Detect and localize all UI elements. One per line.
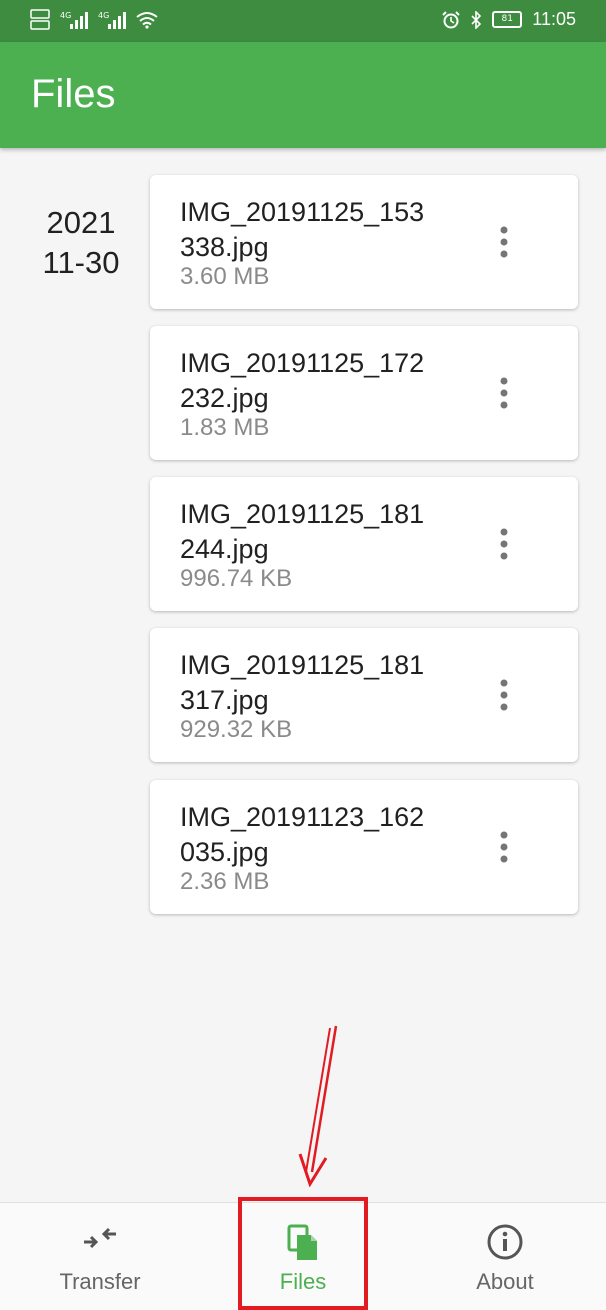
file-name: IMG_20191125_181244.jpg — [180, 499, 425, 564]
file-name: IMG_20191125_181317.jpg — [180, 650, 425, 715]
file-size: 1.83 MB — [180, 414, 270, 441]
more-vert-icon[interactable] — [494, 376, 514, 410]
nav-item-about[interactable]: About — [435, 1203, 575, 1310]
file-name: IMG_20191123_162035.jpg — [180, 802, 425, 867]
svg-text:4G: 4G — [60, 11, 71, 20]
status-bar: 4G 4G 81 11:05 — [0, 0, 606, 42]
page-title: Files — [31, 72, 116, 116]
battery-icon: 81 — [492, 11, 523, 28]
date-monthday: 11-30 — [42, 245, 120, 280]
date-year: 2021 — [46, 205, 116, 240]
more-vert-icon[interactable] — [494, 225, 514, 259]
alarm-icon — [442, 10, 460, 28]
signal-4g-icon: 4G — [98, 11, 126, 29]
annotation-arrow — [298, 1025, 338, 1187]
file-size: 3.60 MB — [180, 263, 270, 290]
transfer-icon — [84, 1227, 116, 1249]
info-icon — [487, 1224, 523, 1260]
nav-label-about: About — [476, 1269, 534, 1294]
signal-4g-icon: 4G — [60, 11, 88, 29]
file-card[interactable]: IMG_20191125_172232.jpg 1.83 MB — [150, 326, 578, 460]
bluetooth-icon — [471, 10, 482, 29]
file-name: IMG_20191125_172232.jpg — [180, 348, 425, 413]
wifi-icon — [136, 12, 158, 29]
file-name: IMG_20191125_153338.jpg — [180, 197, 425, 262]
hd-icon — [30, 9, 50, 30]
more-vert-icon[interactable] — [494, 678, 514, 712]
file-size: 2.36 MB — [180, 868, 270, 895]
status-right-icons: 81 11:05 — [442, 9, 576, 30]
file-size: 996.74 KB — [180, 565, 293, 592]
app-bar: Files — [0, 42, 606, 148]
annotation-highlight-box — [238, 1197, 368, 1310]
svg-text:4G: 4G — [98, 11, 109, 20]
more-vert-icon[interactable] — [494, 527, 514, 561]
file-card[interactable]: IMG_20191125_153338.jpg 3.60 MB — [150, 175, 578, 309]
file-card[interactable]: IMG_20191123_162035.jpg 2.36 MB — [150, 780, 578, 914]
date-group-label: 2021 11-30 — [20, 203, 142, 283]
status-time: 11:05 — [532, 9, 576, 29]
nav-label-transfer: Transfer — [59, 1269, 141, 1294]
file-card[interactable]: IMG_20191125_181244.jpg 996.74 KB — [150, 477, 578, 611]
more-vert-icon[interactable] — [494, 830, 514, 864]
file-card[interactable]: IMG_20191125_181317.jpg 929.32 KB — [150, 628, 578, 762]
file-size: 929.32 KB — [180, 716, 293, 743]
nav-item-transfer[interactable]: Transfer — [30, 1203, 170, 1310]
status-left-icons: 4G 4G — [30, 9, 158, 31]
